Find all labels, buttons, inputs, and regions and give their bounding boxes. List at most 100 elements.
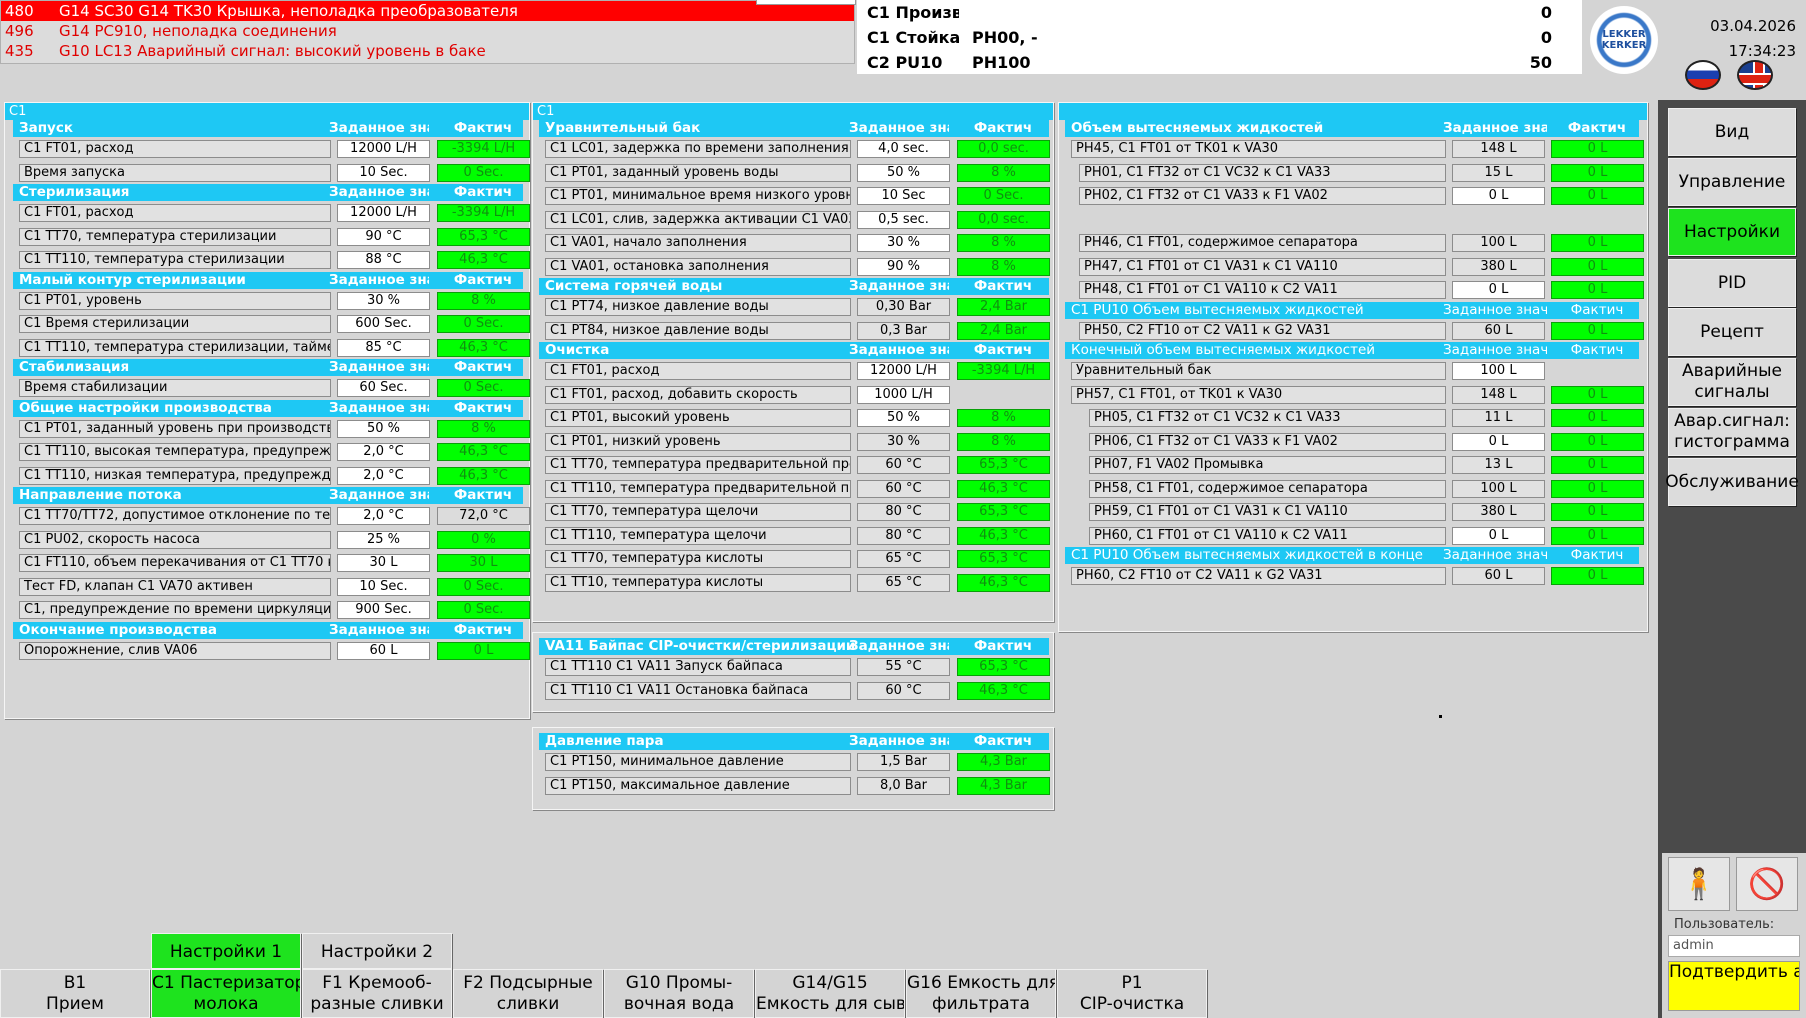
setpoint-input[interactable]: 80 °C <box>857 526 950 545</box>
setpoint-input[interactable]: 900 Sec. <box>337 601 430 619</box>
setpoint-input[interactable]: 0,3 Bar <box>857 321 950 340</box>
alarm-row[interactable]: 435 G10 LC13 Аварийный сигнал: высокий у… <box>1 41 854 61</box>
setpoint-input[interactable]: 60 °C <box>857 681 950 700</box>
main-tab[interactable]: B1 Прием <box>0 969 150 1018</box>
setpoint-input[interactable]: 2,0 °C <box>337 507 430 525</box>
user-name-field[interactable]: admin <box>1668 935 1800 957</box>
setpoint-input[interactable]: 30 L <box>337 554 430 572</box>
setpoint-input[interactable]: 12000 L/H <box>337 140 430 158</box>
setpoint-input[interactable]: 30 % <box>337 291 430 310</box>
section-header: C1 PU10 Объем вытесняемых жидкостей в ко… <box>1065 547 1639 564</box>
setpoint-input[interactable]: 380 L <box>1452 503 1545 521</box>
nav-button-view[interactable]: Вид <box>1668 108 1796 156</box>
main-tab[interactable]: F1 Кремооб-разные сливки <box>302 969 452 1018</box>
setpoint-input[interactable]: 60 L <box>1452 321 1545 340</box>
setpoint-input[interactable]: 11 L <box>1452 409 1545 427</box>
alarm-scrollbar[interactable] <box>756 0 856 5</box>
user-login-icon[interactable]: 🧍 <box>1668 857 1730 911</box>
setpoint-input[interactable]: 0 L <box>1452 432 1545 451</box>
setpoint-input[interactable]: 10 Sec. <box>337 577 430 596</box>
setpoint-input[interactable]: 90 °C <box>337 227 430 246</box>
setpoint-input[interactable]: 0,30 Bar <box>857 298 950 316</box>
setpoint-input[interactable]: 55 °C <box>857 658 950 676</box>
setpoint-input[interactable]: 0 L <box>1452 526 1545 545</box>
main-tab[interactable]: F2 Подсырные сливки <box>453 969 603 1018</box>
company-logo: LEKKER KERKER <box>1590 6 1658 74</box>
setpoint-input[interactable]: 1000 L/H <box>857 385 950 404</box>
main-tab[interactable]: C1 Пастеризатор молока <box>151 969 301 1018</box>
setpoint-input[interactable]: 0 L <box>1452 187 1545 205</box>
alarm-list[interactable]: 480 G14 SC30 G14 TK30 Крышка, неполадка … <box>0 0 856 64</box>
setpoint-input[interactable]: 15 L <box>1452 163 1545 182</box>
tab-line2: CIP-очистка <box>1079 994 1185 1014</box>
main-tab[interactable]: G16 Емкость для фильтрата <box>906 969 1056 1018</box>
alarm-row[interactable]: 480 G14 SC30 G14 TK30 Крышка, неполадка … <box>1 1 854 21</box>
main-tab[interactable]: G10 Промы-вочная вода <box>604 969 754 1018</box>
parameter-label: C1 TT110 C1 VA11 Остановка байпаса <box>545 681 851 700</box>
main-tab[interactable]: G14/G15Емкость для сыворотки/обрата <box>755 969 905 1018</box>
setpoint-input[interactable]: 2,0 °C <box>337 466 430 485</box>
setpoint-input[interactable]: 60 L <box>337 641 430 660</box>
setpoint-input[interactable]: 50 % <box>337 419 430 438</box>
parameter-label: C1 TT110, температура стерилизации <box>19 251 331 269</box>
nav-button-recipe[interactable]: Рецепт <box>1668 308 1796 356</box>
setpoint-input[interactable]: 80 °C <box>857 503 950 521</box>
actual-value: 65,3 °C <box>957 658 1050 676</box>
nav-button-pid[interactable]: PID <box>1668 259 1796 307</box>
nav-button-maintenance[interactable]: Обслуживание <box>1665 458 1799 506</box>
setpoint-input[interactable]: 65 °C <box>857 573 950 592</box>
column-header-setpoint: Заданное значение <box>329 184 429 200</box>
setpoint-input[interactable]: 100 L <box>1452 234 1545 252</box>
section-header: Малый контур стерилизации Заданное значен… <box>13 271 523 289</box>
setpoint-input[interactable]: 12000 L/H <box>337 204 430 222</box>
setpoint-input[interactable]: 30 % <box>857 432 950 451</box>
english-flag-icon[interactable] <box>1737 60 1773 90</box>
parameter-row: C1 TT70, температура кислоты 65 °C 65,3 °C <box>539 547 1050 571</box>
setpoint-input[interactable]: 380 L <box>1452 257 1545 276</box>
setpoint-input[interactable]: 600 Sec. <box>337 315 430 333</box>
setpoint-input[interactable]: 10 Sec. <box>337 163 430 182</box>
acknowledge-alarm-button[interactable]: Подтвердить аварийный сигнал <box>1668 961 1800 1011</box>
setpoint-input[interactable]: 0 L <box>1452 281 1545 299</box>
setpoint-input[interactable]: 50 % <box>857 163 950 182</box>
setpoint-input[interactable]: 100 L <box>1452 362 1545 380</box>
setpoint-input[interactable]: 60 Sec. <box>337 379 430 397</box>
alarm-row[interactable]: 496 G14 PC910, неполадка соединения <box>1 21 854 41</box>
setpoint-input[interactable]: 25 % <box>337 530 430 549</box>
subtab-settings-1[interactable]: Настройки 1 <box>151 933 301 969</box>
setpoint-input[interactable]: 85 °C <box>337 338 430 357</box>
subtab-settings-2[interactable]: Настройки 2 <box>302 933 452 969</box>
setpoint-input[interactable]: 8,0 Bar <box>857 776 950 795</box>
main-tab[interactable]: P1 CIP-очистка <box>1057 969 1207 1018</box>
setpoint-input[interactable]: 100 L <box>1452 479 1545 498</box>
setpoint-input[interactable]: 1,5 Bar <box>857 753 950 771</box>
setpoint-input[interactable]: 30 % <box>857 234 950 252</box>
user-logout-icon[interactable]: 🚫 <box>1736 857 1798 911</box>
section-header: Система горячей воды Заданное значение Фак… <box>539 278 1049 295</box>
parameter-row: C1 PT150, минимальное давление 1,5 Bar 4,3… <box>539 750 1050 774</box>
russian-flag-icon[interactable] <box>1685 60 1721 90</box>
nav-button-control[interactable]: Управление <box>1668 158 1796 206</box>
setpoint-input[interactable]: 60 L <box>1452 567 1545 585</box>
setpoint-input[interactable]: 2,0 °C <box>337 443 430 461</box>
setpoint-input[interactable]: 13 L <box>1452 456 1545 474</box>
setpoint-input[interactable]: 65 °C <box>857 550 950 568</box>
setpoint-input[interactable]: 50 % <box>857 409 950 427</box>
setpoint-input[interactable]: 0,5 sec. <box>857 210 950 229</box>
parameter-label: C1 TT110, низкая температура, предупрежд… <box>19 466 331 485</box>
setpoint-input[interactable]: 10 Sec <box>857 187 950 205</box>
setpoint-input[interactable]: 60 °C <box>857 456 950 474</box>
setpoint-input[interactable]: 88 °C <box>337 251 430 269</box>
setpoint-input[interactable]: 12000 L/H <box>857 362 950 380</box>
setpoint-input[interactable]: 90 % <box>857 257 950 276</box>
actual-value: 0 L <box>1551 479 1644 498</box>
panel-title <box>1059 103 1647 120</box>
settings-panel-middle: C1 Уравнительный бак Заданное значение Фак… <box>532 102 1054 622</box>
setpoint-input[interactable]: 148 L <box>1452 140 1545 158</box>
setpoint-input[interactable]: 148 L <box>1452 385 1545 404</box>
setpoint-input[interactable]: 60 °C <box>857 479 950 498</box>
nav-button-alarms[interactable]: Аварийные сигналы <box>1668 358 1796 406</box>
nav-button-settings[interactable]: Настройки <box>1668 208 1796 256</box>
setpoint-input[interactable]: 4,0 sec. <box>857 140 950 158</box>
nav-button-alarm-histogram[interactable]: Авар.сигнал: гистограмма <box>1668 408 1796 456</box>
